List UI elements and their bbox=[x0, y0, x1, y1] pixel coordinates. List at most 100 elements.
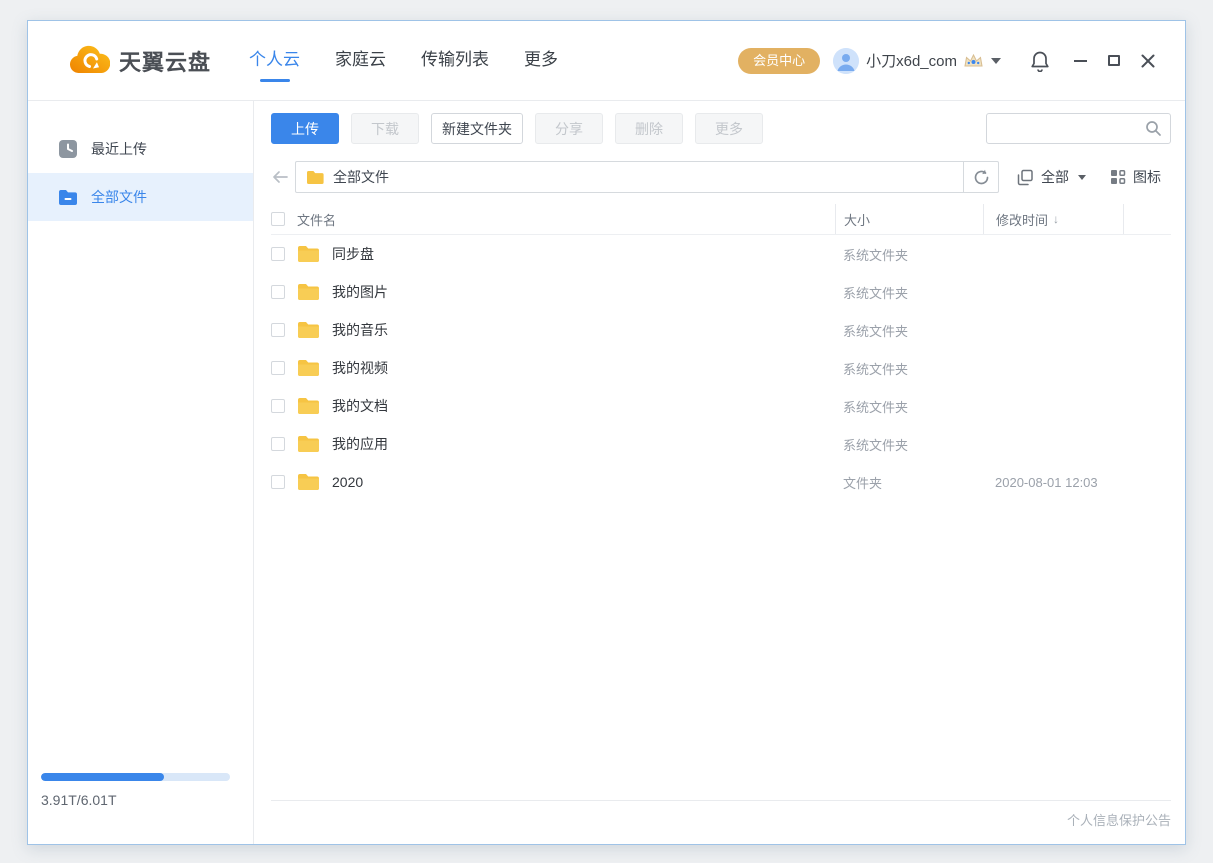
table-row[interactable]: 我的音乐 系统文件夹 bbox=[271, 311, 1171, 349]
grid-view-icon bbox=[1110, 169, 1126, 185]
folder-yellow-icon bbox=[297, 283, 320, 301]
file-name: 我的应用 bbox=[332, 436, 388, 452]
filter-caret-icon bbox=[1078, 174, 1086, 180]
main-footer: 个人信息保护公告 bbox=[271, 800, 1171, 844]
folder-yellow-icon bbox=[297, 321, 320, 339]
nav-tab-transfer-list[interactable]: 传输列表 bbox=[419, 39, 491, 82]
file-size: 系统文件夹 bbox=[843, 323, 909, 339]
sidebar-item-recent-uploads[interactable]: 最近上传 bbox=[28, 125, 253, 173]
row-checkbox[interactable] bbox=[271, 285, 285, 299]
cloud-logo-icon bbox=[68, 45, 110, 76]
download-button[interactable]: 下载 bbox=[351, 113, 419, 144]
file-name: 我的音乐 bbox=[332, 322, 388, 338]
current-folder-path: 全部文件 bbox=[333, 169, 389, 185]
filter-label: 全部 bbox=[1041, 169, 1069, 185]
minimize-icon[interactable] bbox=[1063, 44, 1097, 78]
app-logo: 天翼云盘 bbox=[68, 45, 211, 77]
file-name: 我的文档 bbox=[332, 398, 388, 414]
sidebar-item-label: 全部文件 bbox=[91, 189, 147, 205]
table-row[interactable]: 我的应用 系统文件夹 bbox=[271, 425, 1171, 463]
table-row[interactable]: 我的视频 系统文件夹 bbox=[271, 349, 1171, 387]
row-checkbox[interactable] bbox=[271, 475, 285, 489]
file-name: 我的视频 bbox=[332, 360, 388, 376]
folder-yellow-icon bbox=[306, 170, 325, 185]
row-checkbox[interactable] bbox=[271, 437, 285, 451]
column-header-extra bbox=[1123, 204, 1171, 234]
row-checkbox[interactable] bbox=[271, 361, 285, 375]
file-size: 系统文件夹 bbox=[843, 361, 909, 377]
toolbar: 上传 下载 新建文件夹 分享 删除 更多 bbox=[271, 113, 1171, 144]
file-list: 同步盘 系统文件夹 我的图片 系统文件夹 我的音乐 系统文件夹 我的视频 系统文… bbox=[271, 235, 1171, 501]
row-checkbox[interactable] bbox=[271, 399, 285, 413]
search-box bbox=[986, 113, 1171, 144]
folder-yellow-icon bbox=[297, 397, 320, 415]
folder-yellow-icon bbox=[297, 359, 320, 377]
row-checkbox[interactable] bbox=[271, 323, 285, 337]
file-size: 系统文件夹 bbox=[843, 399, 909, 415]
column-header-size[interactable]: 大小 bbox=[835, 204, 983, 234]
privacy-notice-link[interactable]: 个人信息保护公告 bbox=[1067, 810, 1171, 829]
breadcrumb[interactable]: 全部文件 bbox=[295, 161, 964, 193]
title-bar: 天翼云盘 个人云 家庭云 传输列表 更多 会员中心 小刀x6d_com bbox=[28, 21, 1185, 101]
select-all-checkbox[interactable] bbox=[271, 212, 285, 226]
username[interactable]: 小刀x6d_com bbox=[866, 50, 957, 71]
table-row[interactable]: 2020 文件夹 2020-08-01 12:03 bbox=[271, 463, 1171, 501]
folder-yellow-icon bbox=[297, 435, 320, 453]
folder-blue-icon bbox=[58, 189, 78, 206]
file-size: 系统文件夹 bbox=[843, 437, 909, 453]
folder-yellow-icon bbox=[297, 245, 320, 263]
search-input[interactable] bbox=[997, 121, 1145, 136]
column-header-time[interactable]: 修改时间 ↓ bbox=[983, 204, 1123, 234]
table-row[interactable]: 我的文档 系统文件夹 bbox=[271, 387, 1171, 425]
vip-crown-icon bbox=[962, 51, 985, 71]
new-folder-button[interactable]: 新建文件夹 bbox=[431, 113, 523, 144]
table-row[interactable]: 我的图片 系统文件夹 bbox=[271, 273, 1171, 311]
clock-icon bbox=[58, 139, 78, 159]
maximize-icon[interactable] bbox=[1097, 44, 1131, 78]
filter-copy-icon bbox=[1017, 169, 1034, 186]
sort-desc-icon: ↓ bbox=[1053, 212, 1060, 226]
table-header: 文件名 大小 修改时间 ↓ bbox=[271, 204, 1171, 235]
file-size: 文件夹 bbox=[843, 475, 883, 491]
storage-progress-bar bbox=[41, 773, 230, 781]
file-size: 系统文件夹 bbox=[843, 247, 909, 263]
file-size: 系统文件夹 bbox=[843, 285, 909, 301]
file-modified-time: 2020-08-01 12:03 bbox=[995, 474, 1098, 490]
refresh-icon[interactable] bbox=[964, 161, 999, 193]
main-panel: 上传 下载 新建文件夹 分享 删除 更多 全部文件 全部 图标 文件名 大小 修… bbox=[254, 101, 1185, 844]
column-header-name[interactable]: 文件名 bbox=[297, 210, 835, 229]
brand-name: 天翼云盘 bbox=[119, 49, 212, 75]
table-row[interactable]: 同步盘 系统文件夹 bbox=[271, 235, 1171, 273]
upload-button[interactable]: 上传 bbox=[271, 113, 339, 144]
file-name: 2020 bbox=[332, 474, 364, 490]
nav-tab-family-cloud[interactable]: 家庭云 bbox=[333, 39, 388, 82]
close-icon[interactable] bbox=[1131, 44, 1165, 78]
row-checkbox[interactable] bbox=[271, 247, 285, 261]
nav-tab-personal-cloud[interactable]: 个人云 bbox=[247, 39, 302, 82]
sidebar-item-all-files[interactable]: 全部文件 bbox=[28, 173, 253, 221]
delete-button[interactable]: 删除 bbox=[615, 113, 683, 144]
file-name: 同步盘 bbox=[332, 246, 374, 262]
more-button[interactable]: 更多 bbox=[695, 113, 763, 144]
avatar-icon[interactable] bbox=[833, 47, 860, 74]
sidebar-item-label: 最近上传 bbox=[91, 141, 147, 157]
file-type-filter[interactable]: 全部 bbox=[1017, 167, 1086, 187]
back-arrow-icon[interactable] bbox=[271, 169, 295, 185]
search-icon[interactable] bbox=[1145, 120, 1162, 137]
view-mode-label: 图标 bbox=[1133, 169, 1161, 185]
view-mode-toggle[interactable]: 图标 bbox=[1110, 167, 1161, 187]
bell-icon[interactable] bbox=[1023, 44, 1057, 78]
share-button[interactable]: 分享 bbox=[535, 113, 603, 144]
nav-tab-more[interactable]: 更多 bbox=[522, 39, 560, 82]
app-window: 天翼云盘 个人云 家庭云 传输列表 更多 会员中心 小刀x6d_com 最近上传… bbox=[27, 20, 1186, 845]
storage-usage-text: 3.91T/6.01T bbox=[41, 792, 117, 808]
storage-progress-fill bbox=[41, 773, 164, 781]
folder-yellow-icon bbox=[297, 473, 320, 491]
member-center-button[interactable]: 会员中心 bbox=[738, 47, 821, 74]
sidebar: 最近上传 全部文件 3.91T/6.01T bbox=[28, 101, 254, 844]
titlebar-right: 会员中心 小刀x6d_com bbox=[738, 44, 1165, 78]
main-nav: 个人云 家庭云 传输列表 更多 bbox=[247, 39, 591, 82]
user-menu-caret-icon[interactable] bbox=[991, 57, 1001, 64]
address-bar: 全部文件 全部 图标 bbox=[271, 161, 1171, 193]
window-controls bbox=[1023, 44, 1165, 78]
